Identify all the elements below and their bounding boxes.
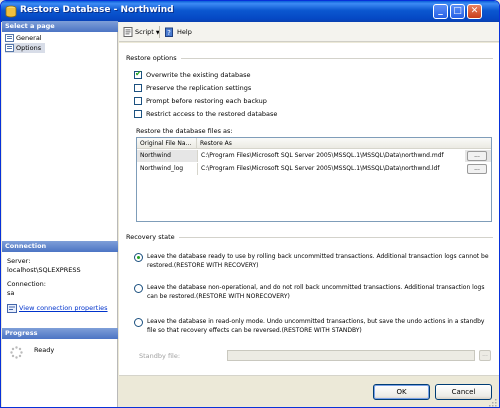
- server-label: Server:: [7, 257, 31, 265]
- toolbar-separator: [159, 26, 160, 38]
- help-icon: ?: [165, 27, 173, 37]
- section-divider: [179, 237, 493, 238]
- server-value: localhost\SQLEXPRESS: [7, 266, 81, 274]
- restore-as-cell[interactable]: C:\Program Files\Microsoft SQL Server 20…: [197, 150, 465, 162]
- preserve-replication-checkbox[interactable]: Preserve the replication settings: [134, 83, 251, 93]
- standby-file-label: Standby file:: [139, 352, 181, 360]
- page-item-label: Options: [16, 44, 42, 52]
- page-item-label: General: [16, 34, 42, 42]
- page-item-options[interactable]: Options: [5, 43, 45, 53]
- progress-spinner-icon: [10, 346, 23, 359]
- checkbox-label: Restrict access to the restored database: [146, 110, 278, 118]
- connection-value: sa: [7, 289, 15, 297]
- svg-text:?: ?: [167, 29, 171, 37]
- standby-browse-button[interactable]: ...: [479, 350, 491, 361]
- minimize-button[interactable]: _: [433, 4, 448, 19]
- radio-label: Leave the database in read-only mode. Un…: [147, 318, 485, 334]
- checkbox-box: [134, 84, 142, 92]
- maximize-button[interactable]: □: [450, 4, 465, 19]
- radio-label: Leave the database non-operational, and …: [147, 284, 485, 300]
- progress-header: Progress: [2, 328, 118, 339]
- checkbox-label: Prompt before restoring each backup: [146, 97, 267, 105]
- connection-header: Connection: [2, 241, 118, 252]
- restore-files-label: Restore the database files as:: [136, 127, 233, 135]
- script-icon: [123, 27, 133, 37]
- help-button[interactable]: ? Help: [165, 26, 192, 38]
- close-button[interactable]: ✕: [467, 4, 482, 19]
- options-content: Restore options ✔ Overwrite the existing…: [119, 43, 499, 375]
- restore-files-grid[interactable]: Original File Na... Restore As Northwind…: [136, 137, 492, 222]
- close-icon: ✕: [470, 6, 479, 16]
- view-connection-properties-label: View connection properties: [19, 304, 108, 312]
- checkbox-box: [134, 110, 142, 118]
- recovery-option-with-recovery[interactable]: Leave the database ready to use by rolli…: [134, 252, 490, 270]
- select-page-header: Select a page: [2, 21, 118, 32]
- standby-file-input[interactable]: [227, 350, 475, 361]
- checkbox-box: [134, 97, 142, 105]
- recovery-option-norecovery[interactable]: Leave the database non-operational, and …: [134, 283, 490, 301]
- recovery-option-standby[interactable]: Leave the database in read-only mode. Un…: [134, 317, 490, 335]
- browse-button[interactable]: ...: [467, 151, 487, 161]
- column-header-original[interactable]: Original File Na...: [137, 138, 197, 149]
- script-label: Script: [135, 28, 154, 36]
- page-icon: [5, 44, 14, 52]
- prompt-before-restoring-checkbox[interactable]: Prompt before restoring each backup: [134, 96, 267, 106]
- progress-status: Ready: [34, 346, 55, 354]
- checkmark-icon: ✔: [135, 69, 142, 78]
- checkbox-label: Preserve the replication settings: [146, 84, 252, 92]
- grid-header: Original File Na... Restore As: [137, 138, 491, 149]
- section-divider: [181, 58, 493, 59]
- dialog-footer: OK Cancel: [119, 375, 499, 407]
- view-connection-properties-link[interactable]: View connection properties: [7, 304, 108, 313]
- restrict-access-checkbox[interactable]: Restrict access to the restored database: [134, 109, 277, 119]
- column-header-restore-as[interactable]: Restore As: [197, 138, 491, 149]
- table-row[interactable]: Northwind C:\Program Files\Microsoft SQL…: [137, 150, 491, 162]
- radio-label: Leave the database ready to use by rolli…: [147, 253, 489, 269]
- radio-button: [134, 253, 143, 262]
- cancel-button[interactable]: Cancel: [435, 384, 492, 400]
- ok-button[interactable]: OK: [373, 384, 430, 400]
- radio-selected-dot: [137, 256, 140, 259]
- connection-label: Connection:: [7, 280, 46, 288]
- original-file-cell: Northwind_log: [140, 165, 184, 172]
- script-button[interactable]: Script ▼: [123, 26, 160, 38]
- properties-icon: [7, 304, 17, 313]
- recovery-state-header: Recovery state: [126, 233, 175, 241]
- restore-options-header: Restore options: [126, 54, 177, 62]
- restore-as-cell[interactable]: C:\Program Files\Microsoft SQL Server 20…: [197, 163, 465, 175]
- database-icon: [5, 5, 17, 18]
- overwrite-checkbox[interactable]: ✔ Overwrite the existing database: [134, 69, 251, 80]
- restore-database-dialog: Restore Database - Northwind _ □ ✕ Selec…: [0, 0, 500, 408]
- help-label: Help: [177, 28, 192, 36]
- checkbox-box: ✔: [134, 69, 142, 79]
- original-file-cell: Northwind: [140, 152, 171, 159]
- page-item-general[interactable]: General: [5, 33, 42, 43]
- checkbox-label: Overwrite the existing database: [146, 71, 251, 79]
- window-title: Restore Database - Northwind: [20, 5, 174, 15]
- minimize-icon: _: [438, 6, 443, 16]
- browse-button[interactable]: ...: [467, 164, 487, 174]
- title-bar[interactable]: Restore Database - Northwind _ □ ✕: [1, 1, 499, 22]
- table-row[interactable]: Northwind_log C:\Program Files\Microsoft…: [137, 163, 491, 175]
- toolbar: Script ▼ ? Help: [119, 22, 499, 42]
- resize-grip-icon[interactable]: [487, 397, 497, 407]
- maximize-icon: □: [453, 6, 462, 16]
- page-icon: [5, 34, 14, 42]
- radio-button: [134, 284, 143, 293]
- left-pane: Select a page General Options Connection…: [2, 21, 118, 407]
- radio-button: [134, 318, 143, 327]
